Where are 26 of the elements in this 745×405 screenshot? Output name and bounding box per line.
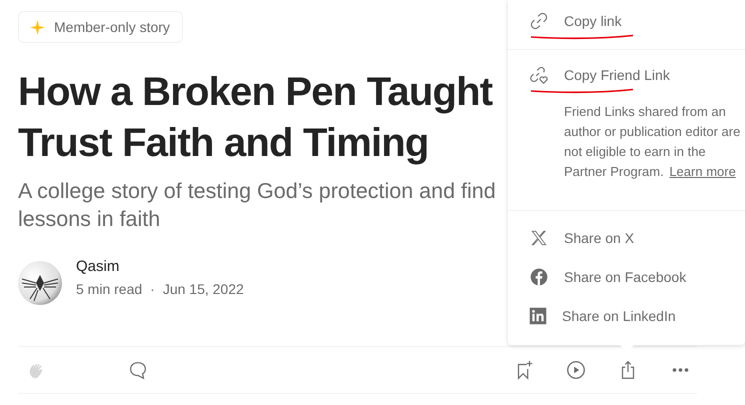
- facebook-icon: [529, 267, 549, 287]
- friend-link-note: Friend Links shared from an author or publication editor are not eligible to earn in the Partner Program. Learn more: [564, 103, 742, 181]
- share-option[interactable]: Share on Facebook: [564, 269, 686, 285]
- x-logo-icon: [529, 228, 549, 248]
- link-icon: [528, 10, 550, 32]
- badge-label: Member-only story: [54, 19, 170, 35]
- copy-link-option[interactable]: Copy link: [564, 13, 622, 29]
- copy-link-option[interactable]: Copy Friend Link: [564, 67, 670, 83]
- separator-dot: ·: [150, 281, 155, 297]
- share-option[interactable]: Share on X: [564, 230, 634, 246]
- comment-icon: [127, 359, 149, 381]
- play-icon: [565, 359, 587, 381]
- linkedin-icon: [529, 307, 547, 325]
- author-name[interactable]: Qasim: [76, 258, 120, 275]
- article-title: Trust Faith and Timing: [18, 120, 429, 167]
- publish-date: Jun 15, 2022: [162, 281, 244, 297]
- share-option[interactable]: Share on LinkedIn: [562, 308, 676, 324]
- read-time: 5 min read: [76, 281, 142, 297]
- article-subtitle: A college story of testing God’s protection and find: [18, 178, 496, 205]
- learn-more-link[interactable]: Learn more: [669, 164, 736, 179]
- more-icon: [672, 368, 688, 372]
- link-heart-icon: [528, 64, 550, 86]
- avatar[interactable]: [18, 261, 62, 305]
- sparkle-icon: [30, 20, 45, 34]
- article-title: How a Broken Pen Taught: [18, 69, 492, 116]
- article-subtitle: lessons in faith: [18, 206, 160, 233]
